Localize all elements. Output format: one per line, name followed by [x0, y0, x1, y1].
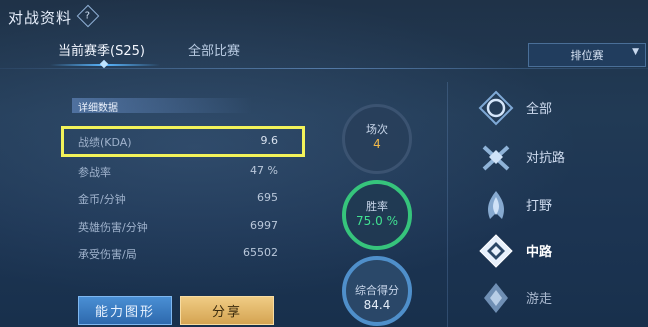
- jungle-icon: [488, 191, 504, 219]
- stat-label: 战绩(KDA): [78, 136, 132, 149]
- position-label: 游走: [526, 292, 553, 307]
- roam-icon: [484, 283, 508, 313]
- stat-row-gold-per-min: 金币/分钟 695: [78, 188, 278, 208]
- stat-value: 65502: [243, 246, 278, 259]
- position-item-all[interactable]: 全部: [478, 90, 628, 126]
- win-rate-value: 75.0 %: [356, 214, 398, 228]
- detail-heading-label: 详细数据: [78, 103, 118, 114]
- stat-row-hero-damage: 英雄伤害/分钟 6997: [78, 216, 278, 236]
- score-label: 综合得分: [355, 284, 399, 297]
- position-label: 打野: [526, 199, 553, 214]
- games-label: 场次: [366, 123, 388, 136]
- ability-graph-button[interactable]: 能力图形: [78, 296, 172, 325]
- stat-label: 金币/分钟: [78, 193, 126, 206]
- stat-value: 6997: [250, 219, 278, 232]
- position-label: 对抗路: [526, 151, 566, 166]
- win-rate-label: 胜率: [366, 200, 388, 213]
- detail-section-heading: 详细数据: [72, 98, 252, 114]
- position-label: 全部: [526, 102, 553, 117]
- position-item-jungle[interactable]: 打野: [478, 187, 628, 223]
- stat-value: 9.6: [260, 134, 279, 147]
- position-label: 中路: [526, 245, 553, 260]
- stat-value: 47 %: [250, 164, 278, 177]
- stat-label: 承受伤害/局: [78, 248, 137, 261]
- header-divider: [0, 68, 648, 69]
- overall-score-circle: 综合得分 84.4: [342, 256, 412, 326]
- help-icon[interactable]: ?: [76, 4, 100, 28]
- page-title: 对战资料: [8, 9, 73, 27]
- top-lane-icon: [482, 145, 510, 171]
- panel-divider: [447, 82, 448, 327]
- tab-all-matches[interactable]: 全部比赛: [188, 40, 240, 59]
- help-glyph: ?: [85, 10, 91, 22]
- score-value: 84.4: [363, 298, 391, 312]
- position-item-top[interactable]: 对抗路: [478, 139, 628, 175]
- stat-row-kda: 战绩(KDA) 9.6: [78, 131, 278, 151]
- stat-row-participation: 参战率 47 %: [78, 161, 278, 181]
- mid-lane-icon: [479, 234, 513, 268]
- position-item-roam[interactable]: 游走: [478, 280, 628, 316]
- share-button[interactable]: 分享: [180, 296, 274, 325]
- match-mode-value: 排位赛: [570, 49, 604, 62]
- match-mode-select[interactable]: 排位赛 ▼: [528, 43, 646, 67]
- stat-label: 英雄伤害/分钟: [78, 221, 148, 234]
- win-rate-circle: 胜率 75.0 %: [342, 180, 412, 250]
- games-count-circle: 场次 4: [342, 104, 412, 174]
- tab-current-season[interactable]: 当前赛季(S25): [58, 40, 145, 59]
- active-tab-marker: [99, 59, 109, 69]
- chevron-down-icon: ▼: [632, 47, 639, 57]
- stat-value: 695: [257, 191, 278, 204]
- all-lanes-icon: [478, 90, 514, 126]
- stat-row-damage-taken: 承受伤害/局 65502: [78, 243, 278, 263]
- position-item-mid[interactable]: 中路: [478, 233, 628, 269]
- match-data-screen: 对战资料 ? 当前赛季(S25) 全部比赛 排位赛 ▼ 详细数据 战绩(KDA)…: [0, 0, 648, 327]
- stat-label: 参战率: [78, 166, 111, 179]
- games-value: 4: [373, 137, 381, 151]
